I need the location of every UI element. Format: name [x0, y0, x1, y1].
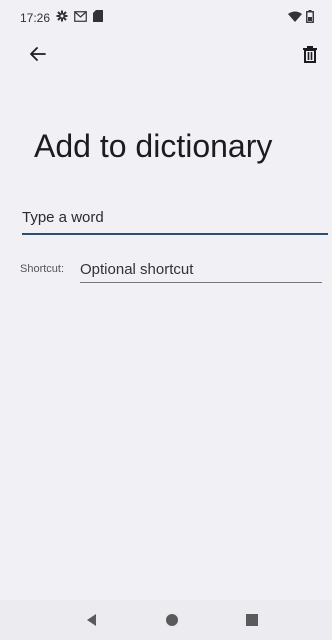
status-bar: 17:26 — [0, 0, 332, 30]
recents-square-icon — [246, 614, 258, 626]
gmail-icon — [74, 10, 87, 22]
nav-back-button[interactable] — [84, 612, 100, 628]
wifi-icon — [288, 11, 302, 22]
arrow-left-icon — [30, 47, 46, 61]
gear-icon — [56, 10, 68, 22]
delete-button[interactable] — [298, 42, 322, 66]
back-button[interactable] — [26, 42, 50, 66]
status-icons-right — [288, 10, 314, 23]
battery-icon — [306, 10, 314, 23]
toolbar — [0, 38, 332, 70]
trash-icon — [303, 46, 317, 63]
back-triangle-icon — [87, 614, 96, 626]
word-input[interactable] — [22, 205, 328, 235]
page-title: Add to dictionary — [34, 128, 273, 164]
shortcut-label: Shortcut: — [20, 263, 65, 275]
home-circle-icon — [166, 614, 178, 626]
nav-home-button[interactable] — [164, 612, 180, 628]
nav-recents-button[interactable] — [244, 612, 260, 628]
status-icons-left — [56, 10, 103, 22]
sd-card-icon — [93, 10, 103, 22]
status-time: 17:26 — [20, 11, 51, 25]
system-nav-bar — [0, 600, 332, 640]
shortcut-input[interactable] — [80, 259, 322, 283]
